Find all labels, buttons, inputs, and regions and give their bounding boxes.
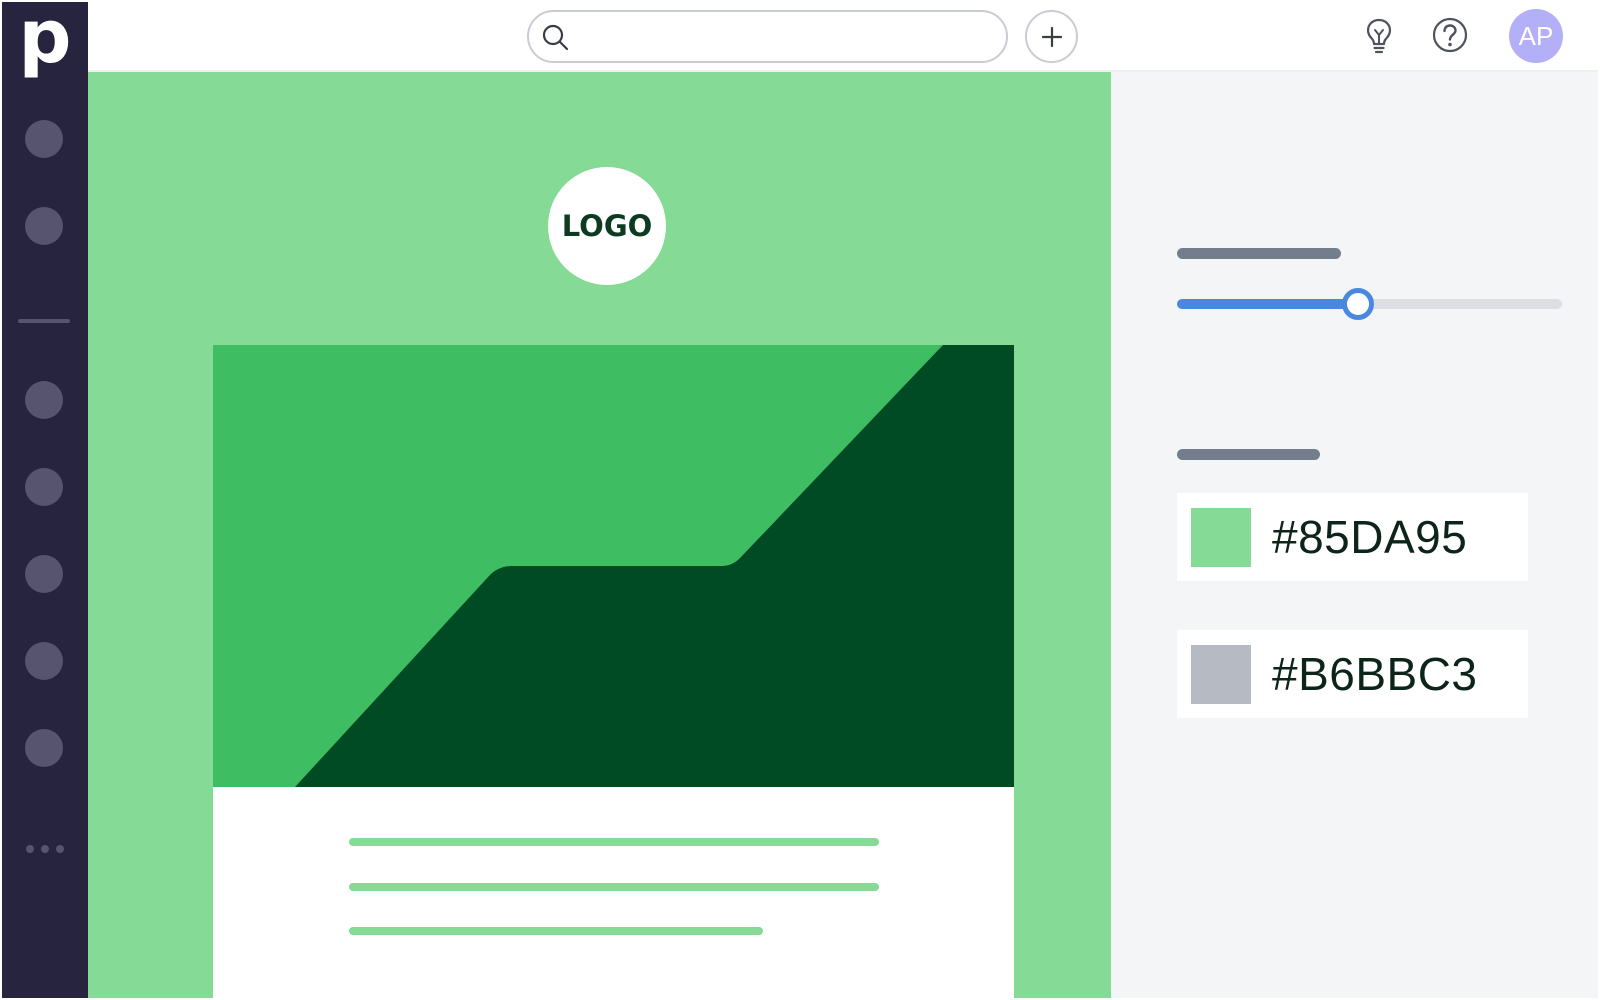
search-icon [542, 24, 569, 51]
topbar: AP [88, 2, 1598, 72]
sidebar-item-5[interactable] [25, 555, 63, 593]
settings-panel: #85DA95 #B6BBC3 [1111, 72, 1598, 998]
add-button[interactable] [1025, 10, 1078, 63]
help-icon[interactable] [1431, 16, 1469, 54]
color-swatch[interactable] [1191, 508, 1251, 567]
ellipsis-dot [41, 845, 49, 853]
landscape-illustration [295, 345, 1014, 787]
hero-image[interactable] [213, 345, 1014, 787]
app-window: p AP LOGO #85DA95 #B6BBC3 [2, 2, 1598, 998]
sidebar: p [2, 2, 88, 998]
avatar[interactable]: AP [1509, 9, 1563, 63]
sidebar-item-1[interactable] [25, 120, 63, 158]
color-hex-value: #B6BBC3 [1272, 648, 1478, 700]
logo-placeholder[interactable]: LOGO [548, 167, 666, 285]
sidebar-divider [18, 319, 70, 323]
text-line-placeholder [349, 883, 879, 891]
sidebar-item-3[interactable] [25, 381, 63, 419]
plus-icon [1041, 26, 1063, 48]
search-bar[interactable] [527, 10, 1008, 63]
text-line-placeholder [349, 927, 763, 935]
email-preview-canvas: LOGO [88, 72, 1111, 998]
ellipsis-dot [56, 845, 64, 853]
setting-label-placeholder [1177, 449, 1320, 460]
search-input[interactable] [579, 18, 989, 56]
sidebar-item-7[interactable] [25, 729, 63, 767]
text-line-placeholder [349, 838, 879, 846]
email-body[interactable] [213, 787, 1014, 998]
lightbulb-icon[interactable] [1364, 17, 1394, 55]
color-swatch[interactable] [1191, 645, 1251, 704]
size-slider[interactable] [1177, 288, 1562, 320]
sidebar-item-6[interactable] [25, 642, 63, 680]
brand-logo[interactable]: p [2, 2, 88, 88]
sidebar-item-2[interactable] [25, 207, 63, 245]
color-hex-value: #85DA95 [1272, 511, 1468, 563]
setting-label-placeholder [1177, 248, 1341, 259]
color-field-primary[interactable]: #85DA95 [1177, 493, 1528, 581]
sidebar-item-4[interactable] [25, 468, 63, 506]
color-field-secondary[interactable]: #B6BBC3 [1177, 630, 1528, 718]
slider-handle[interactable] [1341, 288, 1374, 320]
slider-fill [1177, 299, 1358, 309]
ellipsis-dot [26, 845, 34, 853]
ellipsis-icon[interactable] [26, 844, 64, 854]
